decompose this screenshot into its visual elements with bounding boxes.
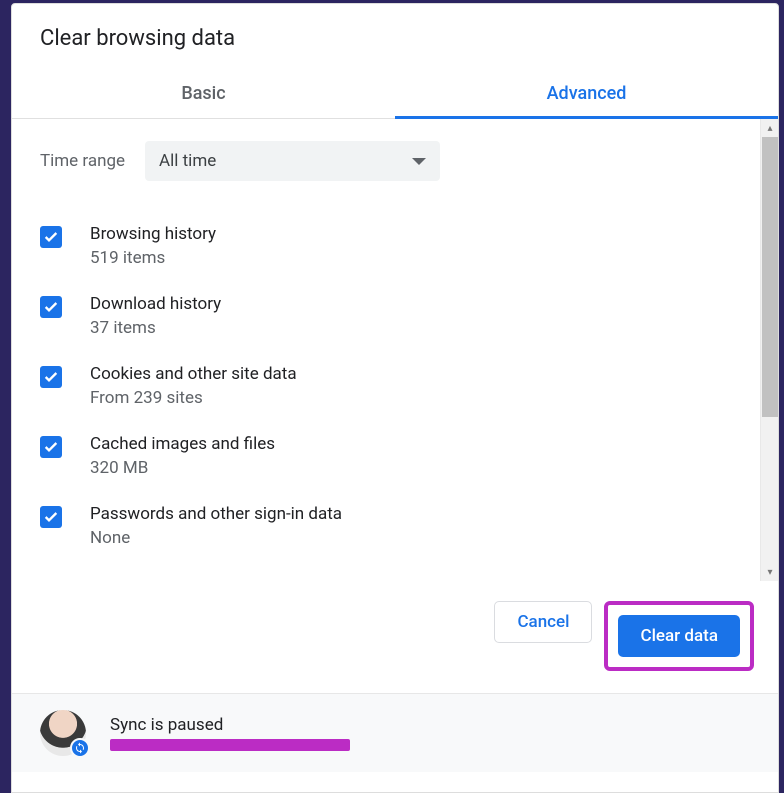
item-title: Cookies and other site data [90,364,297,384]
checkmark-icon [43,299,59,315]
item-title: Passwords and other sign-in data [90,504,342,524]
sync-status-text: Sync is paused [110,715,350,735]
list-item: Cached images and files 320 MB [40,421,750,491]
time-range-row: Time range All time [40,141,750,181]
time-range-label: Time range [40,151,125,171]
cancel-button[interactable]: Cancel [494,601,592,643]
item-title: Download history [90,294,221,314]
checkbox-passwords[interactable] [40,506,62,528]
avatar [40,710,86,756]
tab-advanced[interactable]: Advanced [395,69,778,118]
checkbox-browsing-history[interactable] [40,226,62,248]
checkbox-download-history[interactable] [40,296,62,318]
checkmark-icon [43,229,59,245]
scrollbar[interactable]: ▴ ▾ [760,119,778,581]
time-range-value: All time [159,151,216,171]
list-item: Download history 37 items [40,281,750,351]
clear-data-button[interactable]: Clear data [618,615,740,657]
tab-basic[interactable]: Basic [12,69,395,118]
checkbox-cookies[interactable] [40,366,62,388]
options-scroll-area: ▴ ▾ Time range All time Browsing history… [12,119,778,581]
scroll-down-arrow-icon[interactable]: ▾ [761,563,779,581]
sync-footer: Sync is paused [12,693,778,772]
scroll-thumb[interactable] [762,137,778,417]
item-subtitle: None [90,528,342,548]
checkbox-cache[interactable] [40,436,62,458]
dialog-title: Clear browsing data [12,4,778,69]
dialog-actions: Cancel Clear data [12,581,778,693]
list-item: Cookies and other site data From 239 sit… [40,351,750,421]
sync-paused-icon [70,738,90,758]
highlight-annotation: Clear data [604,601,754,671]
list-item: Passwords and other sign-in data None [40,491,750,561]
item-subtitle: From 239 sites [90,388,297,408]
item-subtitle: 37 items [90,318,221,338]
clear-browsing-data-dialog: Clear browsing data Basic Advanced ▴ ▾ T… [11,3,779,793]
item-title: Browsing history [90,224,216,244]
checkmark-icon [43,509,59,525]
checkmark-icon [43,369,59,385]
scroll-up-arrow-icon[interactable]: ▴ [761,119,779,137]
item-title: Cached images and files [90,434,275,454]
time-range-select[interactable]: All time [145,141,440,181]
item-subtitle: 320 MB [90,458,275,478]
item-subtitle: 519 items [90,248,216,268]
list-item: Browsing history 519 items [40,211,750,281]
chevron-down-icon [412,158,426,165]
tabs: Basic Advanced [12,69,778,119]
checkmark-icon [43,439,59,455]
redacted-email [110,739,350,751]
